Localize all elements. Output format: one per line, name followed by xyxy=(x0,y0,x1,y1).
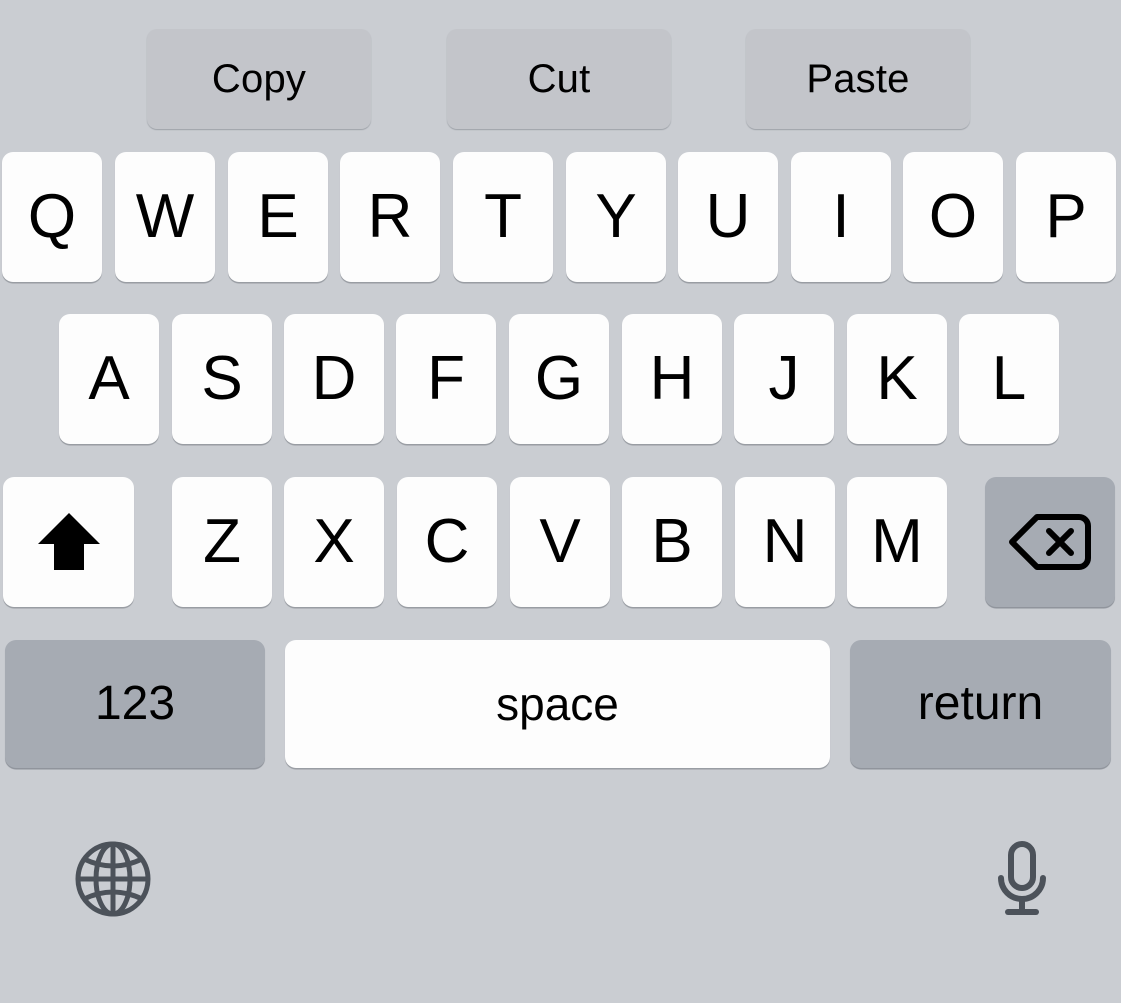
key-r-label: R xyxy=(367,182,413,251)
key-m[interactable]: M xyxy=(847,477,947,607)
space-key[interactable]: space xyxy=(285,640,830,768)
keyboard-row-4: 123 space return xyxy=(0,640,1121,768)
key-o[interactable]: O xyxy=(903,152,1003,282)
key-i[interactable]: I xyxy=(791,152,891,282)
delete-left-icon xyxy=(1009,512,1091,572)
key-w[interactable]: W xyxy=(115,152,215,282)
key-u[interactable]: U xyxy=(678,152,778,282)
key-x[interactable]: X xyxy=(284,477,384,607)
keyboard-row-2: A S D F G H J K L xyxy=(0,314,1121,444)
key-a[interactable]: A xyxy=(59,314,159,444)
key-z-label: Z xyxy=(203,507,241,576)
key-m-label: M xyxy=(871,507,923,576)
key-o-label: O xyxy=(928,182,978,251)
key-h[interactable]: H xyxy=(622,314,722,444)
key-j-label: J xyxy=(768,344,800,413)
copy-button[interactable]: Copy xyxy=(147,29,371,129)
key-g[interactable]: G xyxy=(509,314,609,444)
key-h-label: H xyxy=(649,344,695,413)
key-z[interactable]: Z xyxy=(172,477,272,607)
key-s[interactable]: S xyxy=(172,314,272,444)
key-n-label: N xyxy=(762,507,808,576)
key-y[interactable]: Y xyxy=(566,152,666,282)
key-e-label: E xyxy=(257,182,299,251)
key-d-label: D xyxy=(311,344,357,413)
dictation-key[interactable] xyxy=(995,840,1049,922)
return-key[interactable]: return xyxy=(850,640,1111,768)
keyboard-row-3: Z X C V B N M xyxy=(0,477,1121,607)
space-key-label: space xyxy=(496,678,619,730)
paste-button[interactable]: Paste xyxy=(746,29,970,129)
key-s-label: S xyxy=(201,344,243,413)
key-k[interactable]: K xyxy=(847,314,947,444)
key-b-label: B xyxy=(651,507,693,576)
keyboard-row-1: Q W E R T Y U I O P xyxy=(0,152,1121,282)
globe-key[interactable] xyxy=(74,840,152,918)
key-i-label: I xyxy=(832,182,850,251)
key-r[interactable]: R xyxy=(340,152,440,282)
key-p[interactable]: P xyxy=(1016,152,1116,282)
key-l-label: L xyxy=(991,344,1027,413)
key-n[interactable]: N xyxy=(735,477,835,607)
keyboard-icon-bar xyxy=(0,820,1121,960)
edit-menu-bar: Copy Cut Paste xyxy=(0,0,1121,140)
key-w-label: W xyxy=(135,182,195,251)
key-v[interactable]: V xyxy=(510,477,610,607)
key-a-label: A xyxy=(88,344,130,413)
numeric-mode-key[interactable]: 123 xyxy=(5,640,265,768)
microphone-icon xyxy=(995,840,1049,922)
key-e[interactable]: E xyxy=(228,152,328,282)
key-b[interactable]: B xyxy=(622,477,722,607)
key-c-label: C xyxy=(424,507,470,576)
key-q[interactable]: Q xyxy=(2,152,102,282)
key-k-label: K xyxy=(876,344,918,413)
numeric-mode-key-label: 123 xyxy=(94,677,176,730)
key-y-label: Y xyxy=(595,182,637,251)
shift-arrow-icon xyxy=(36,511,102,573)
key-l[interactable]: L xyxy=(959,314,1059,444)
key-p-label: P xyxy=(1045,182,1087,251)
key-f-label: F xyxy=(427,344,465,413)
globe-icon xyxy=(74,840,152,918)
copy-button-label: Copy xyxy=(211,57,307,101)
key-g-label: G xyxy=(534,344,584,413)
key-d[interactable]: D xyxy=(284,314,384,444)
backspace-key[interactable] xyxy=(985,477,1115,607)
key-u-label: U xyxy=(705,182,751,251)
key-f[interactable]: F xyxy=(396,314,496,444)
key-j[interactable]: J xyxy=(734,314,834,444)
key-q-label: Q xyxy=(27,182,77,251)
key-c[interactable]: C xyxy=(397,477,497,607)
paste-button-label: Paste xyxy=(806,57,910,101)
key-v-label: V xyxy=(539,507,581,576)
cut-button-label: Cut xyxy=(527,57,591,101)
key-t[interactable]: T xyxy=(453,152,553,282)
key-x-label: X xyxy=(313,507,355,576)
key-t-label: T xyxy=(484,182,522,251)
onscreen-keyboard: Copy Cut Paste Q W E R T Y U I O P A S D… xyxy=(0,0,1121,1003)
return-key-label: return xyxy=(917,677,1044,730)
cut-button[interactable]: Cut xyxy=(447,29,671,129)
shift-key[interactable] xyxy=(3,477,134,607)
